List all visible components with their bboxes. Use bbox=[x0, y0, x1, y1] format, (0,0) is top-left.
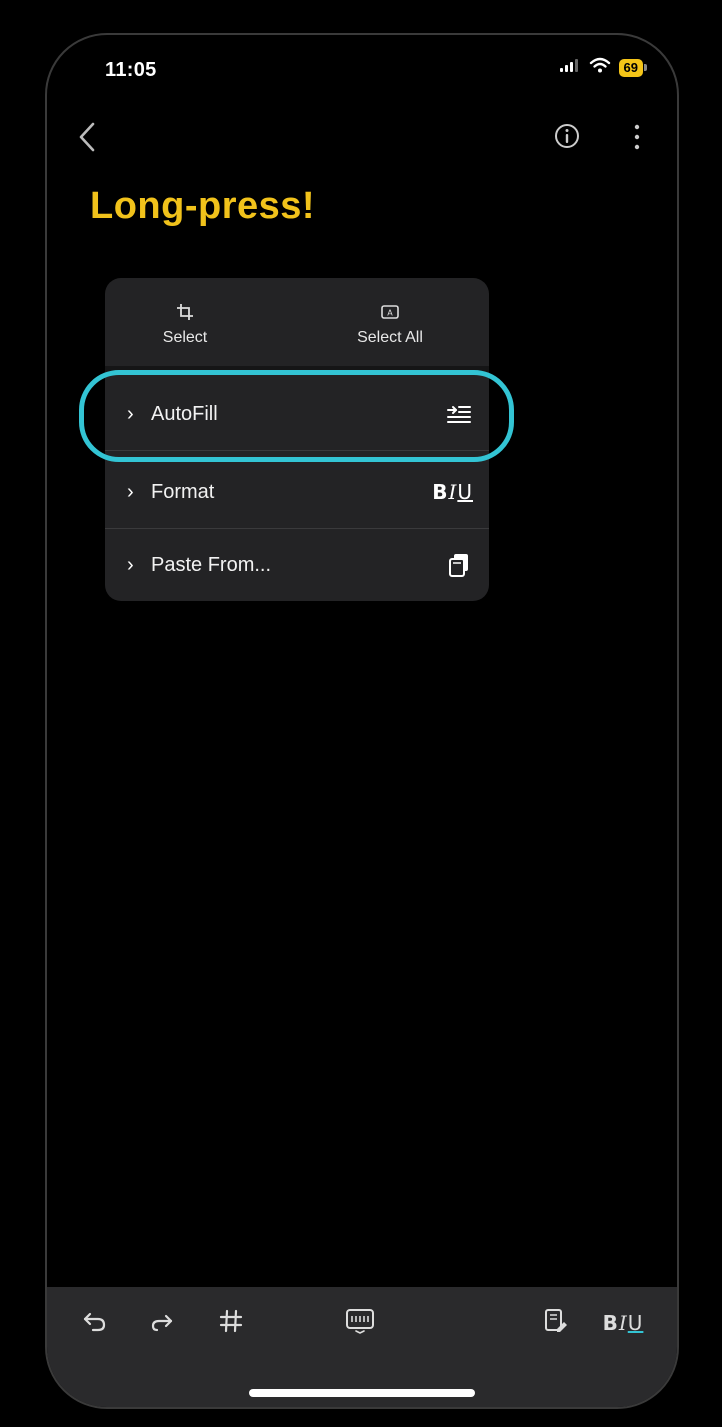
back-chevron-icon[interactable] bbox=[73, 119, 103, 155]
note-edit-icon bbox=[541, 1307, 569, 1340]
status-time: 11:05 bbox=[105, 59, 157, 81]
cellular-signal-icon bbox=[559, 57, 581, 78]
menu-item-label: Format bbox=[151, 480, 215, 503]
select-all-label: Select All bbox=[357, 329, 423, 346]
keyboard-icon bbox=[344, 1307, 376, 1340]
autofill-icon bbox=[445, 400, 473, 428]
keyboard-button[interactable] bbox=[340, 1305, 380, 1341]
paste-from-icon bbox=[445, 551, 473, 579]
battery-tip bbox=[644, 64, 647, 71]
menu-section-divider bbox=[105, 366, 489, 374]
info-icon[interactable] bbox=[552, 121, 582, 151]
select-button[interactable]: Select bbox=[135, 278, 235, 366]
text-format-icon: BIU bbox=[602, 1311, 644, 1335]
note-title[interactable]: Long-press! bbox=[90, 185, 315, 228]
biu-text: BIU bbox=[432, 480, 473, 504]
hashtag-icon bbox=[217, 1307, 245, 1340]
select-all-button[interactable]: A Select All bbox=[335, 278, 445, 366]
menu-item-label: Paste From... bbox=[151, 553, 272, 576]
battery-level: 69 bbox=[618, 58, 643, 77]
context-menu: Select A Select All › AutoFill › Format … bbox=[105, 278, 489, 601]
wifi-icon bbox=[589, 57, 611, 78]
select-label: Select bbox=[162, 329, 208, 346]
context-menu-top-actions: Select A Select All bbox=[105, 278, 489, 366]
menu-item-label: AutoFill bbox=[151, 402, 218, 425]
menu-item-format[interactable]: › Format BIU bbox=[105, 456, 489, 528]
select-all-icon: A bbox=[380, 302, 400, 322]
redo-icon bbox=[147, 1307, 175, 1340]
status-icons: 69 bbox=[559, 57, 647, 78]
redo-button[interactable] bbox=[143, 1305, 179, 1341]
phone-frame: 11:05 69 Long-press! Select A Select All… bbox=[45, 33, 679, 1409]
undo-icon bbox=[81, 1307, 109, 1340]
bottom-toolbar: BIU bbox=[47, 1287, 677, 1407]
select-crop-icon bbox=[175, 302, 195, 322]
chevron-right-icon: › bbox=[127, 402, 134, 425]
hashtag-button[interactable] bbox=[213, 1305, 249, 1341]
text-format-button[interactable]: BIU bbox=[593, 1305, 653, 1341]
chevron-right-icon: › bbox=[127, 480, 134, 503]
note-edit-button[interactable] bbox=[537, 1305, 573, 1341]
undo-button[interactable] bbox=[77, 1305, 113, 1341]
battery-icon: 69 bbox=[618, 58, 647, 77]
menu-item-paste-from[interactable]: › Paste From... bbox=[105, 529, 489, 601]
bold-italic-underline-icon: BIU bbox=[432, 478, 473, 506]
chevron-right-icon: › bbox=[127, 553, 134, 576]
svg-text:A: A bbox=[387, 309, 393, 318]
menu-divider bbox=[105, 450, 489, 451]
more-vertical-icon[interactable] bbox=[627, 119, 647, 155]
menu-item-autofill[interactable]: › AutoFill bbox=[105, 378, 489, 450]
home-indicator[interactable] bbox=[249, 1389, 475, 1397]
screen: 11:05 69 Long-press! Select A Select All… bbox=[0, 0, 722, 1427]
